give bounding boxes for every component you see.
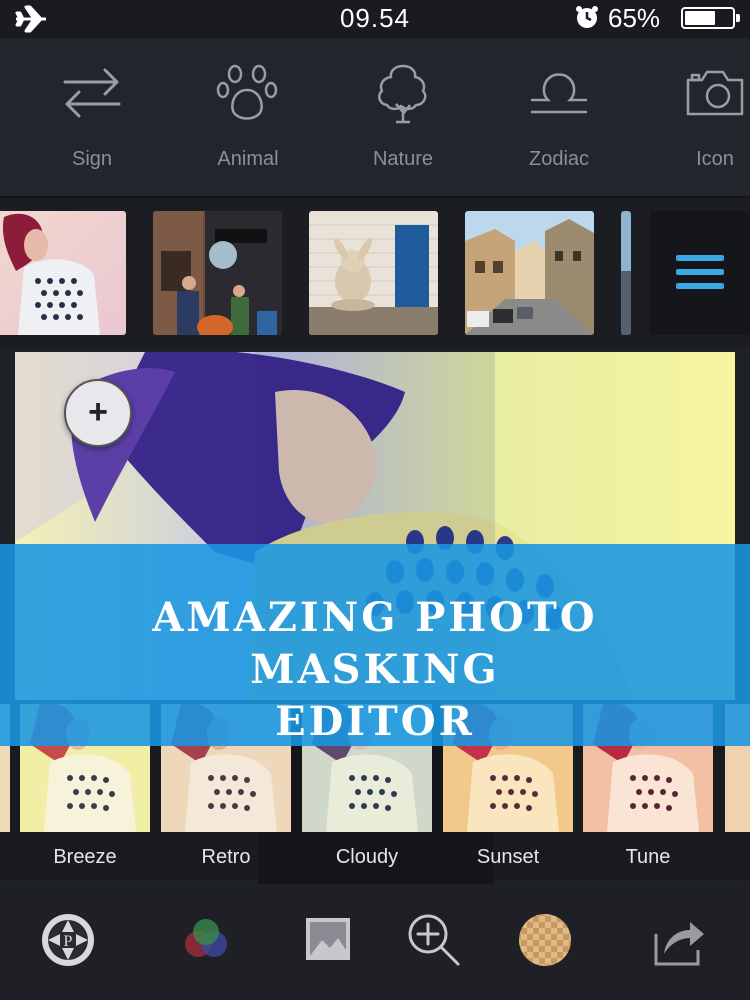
mask-thumbnail-woman[interactable]	[0, 211, 126, 335]
battery-icon	[681, 7, 740, 29]
category-label: Zodiac	[528, 148, 590, 170]
menu-button[interactable]	[650, 211, 750, 335]
battery-percentage: 65%	[608, 3, 661, 33]
category-zodiac[interactable]: Zodiac	[484, 60, 634, 190]
mask-thumbnail-street[interactable]	[153, 211, 282, 335]
filter-label: Retro	[201, 846, 251, 868]
transparency-button[interactable]	[515, 910, 575, 970]
hamburger-icon	[676, 255, 724, 261]
category-nature[interactable]: Nature	[328, 60, 478, 190]
image-icon	[306, 918, 350, 960]
category-icon[interactable]: Icon	[640, 60, 750, 190]
camera-icon	[686, 70, 744, 116]
category-row: Sign Animal Nature Zodiac Icon	[0, 38, 750, 198]
category-label: Icon	[696, 148, 734, 170]
aperture-button[interactable]: P	[38, 910, 98, 970]
status-bar: 09.54 65%	[0, 0, 750, 38]
promo-banner: AMAZING PHOTO MASKING EDITOR	[0, 544, 750, 746]
mask-thumbnail-bunny[interactable]	[309, 211, 438, 335]
mask-thumbnail-strip	[0, 198, 750, 348]
alarm-icon	[576, 6, 598, 28]
category-sign[interactable]: Sign	[17, 60, 167, 190]
promo-line-2: EDITOR	[275, 698, 475, 745]
category-label: Animal	[217, 148, 279, 170]
add-button[interactable]: +	[64, 379, 132, 447]
tree-icon	[378, 64, 427, 124]
bottom-toolbar: P	[0, 884, 750, 1000]
transparency-icon	[519, 914, 571, 966]
svg-text:P: P	[64, 933, 73, 950]
arrows-swap-icon	[63, 68, 121, 118]
aperture-icon: P	[42, 914, 94, 966]
mask-thumbnail-partial[interactable]	[621, 211, 631, 335]
filter-label: Sunset	[476, 846, 540, 868]
category-animal[interactable]: Animal	[173, 60, 323, 190]
paw-icon	[216, 64, 278, 120]
filter-label: Cloudy	[335, 846, 399, 868]
category-label: Nature	[372, 148, 434, 170]
promo-banner-text: AMAZING PHOTO MASKING EDITOR	[20, 592, 730, 748]
zoom-in-icon	[408, 914, 460, 966]
color-blend-button[interactable]	[176, 910, 236, 970]
plus-icon: +	[88, 393, 108, 431]
mask-thumbnail-town[interactable]	[465, 211, 594, 335]
share-icon	[654, 922, 704, 966]
libra-icon	[530, 73, 588, 114]
filter-label: Breeze	[53, 846, 117, 868]
share-button[interactable]	[648, 910, 708, 970]
rgb-circles-icon	[185, 919, 227, 957]
filter-label: Tune	[625, 846, 671, 868]
promo-line-1: AMAZING PHOTO MASKING	[152, 594, 598, 693]
category-label: Sign	[71, 148, 113, 170]
gallery-button[interactable]	[298, 910, 358, 970]
zoom-button[interactable]	[404, 910, 464, 970]
